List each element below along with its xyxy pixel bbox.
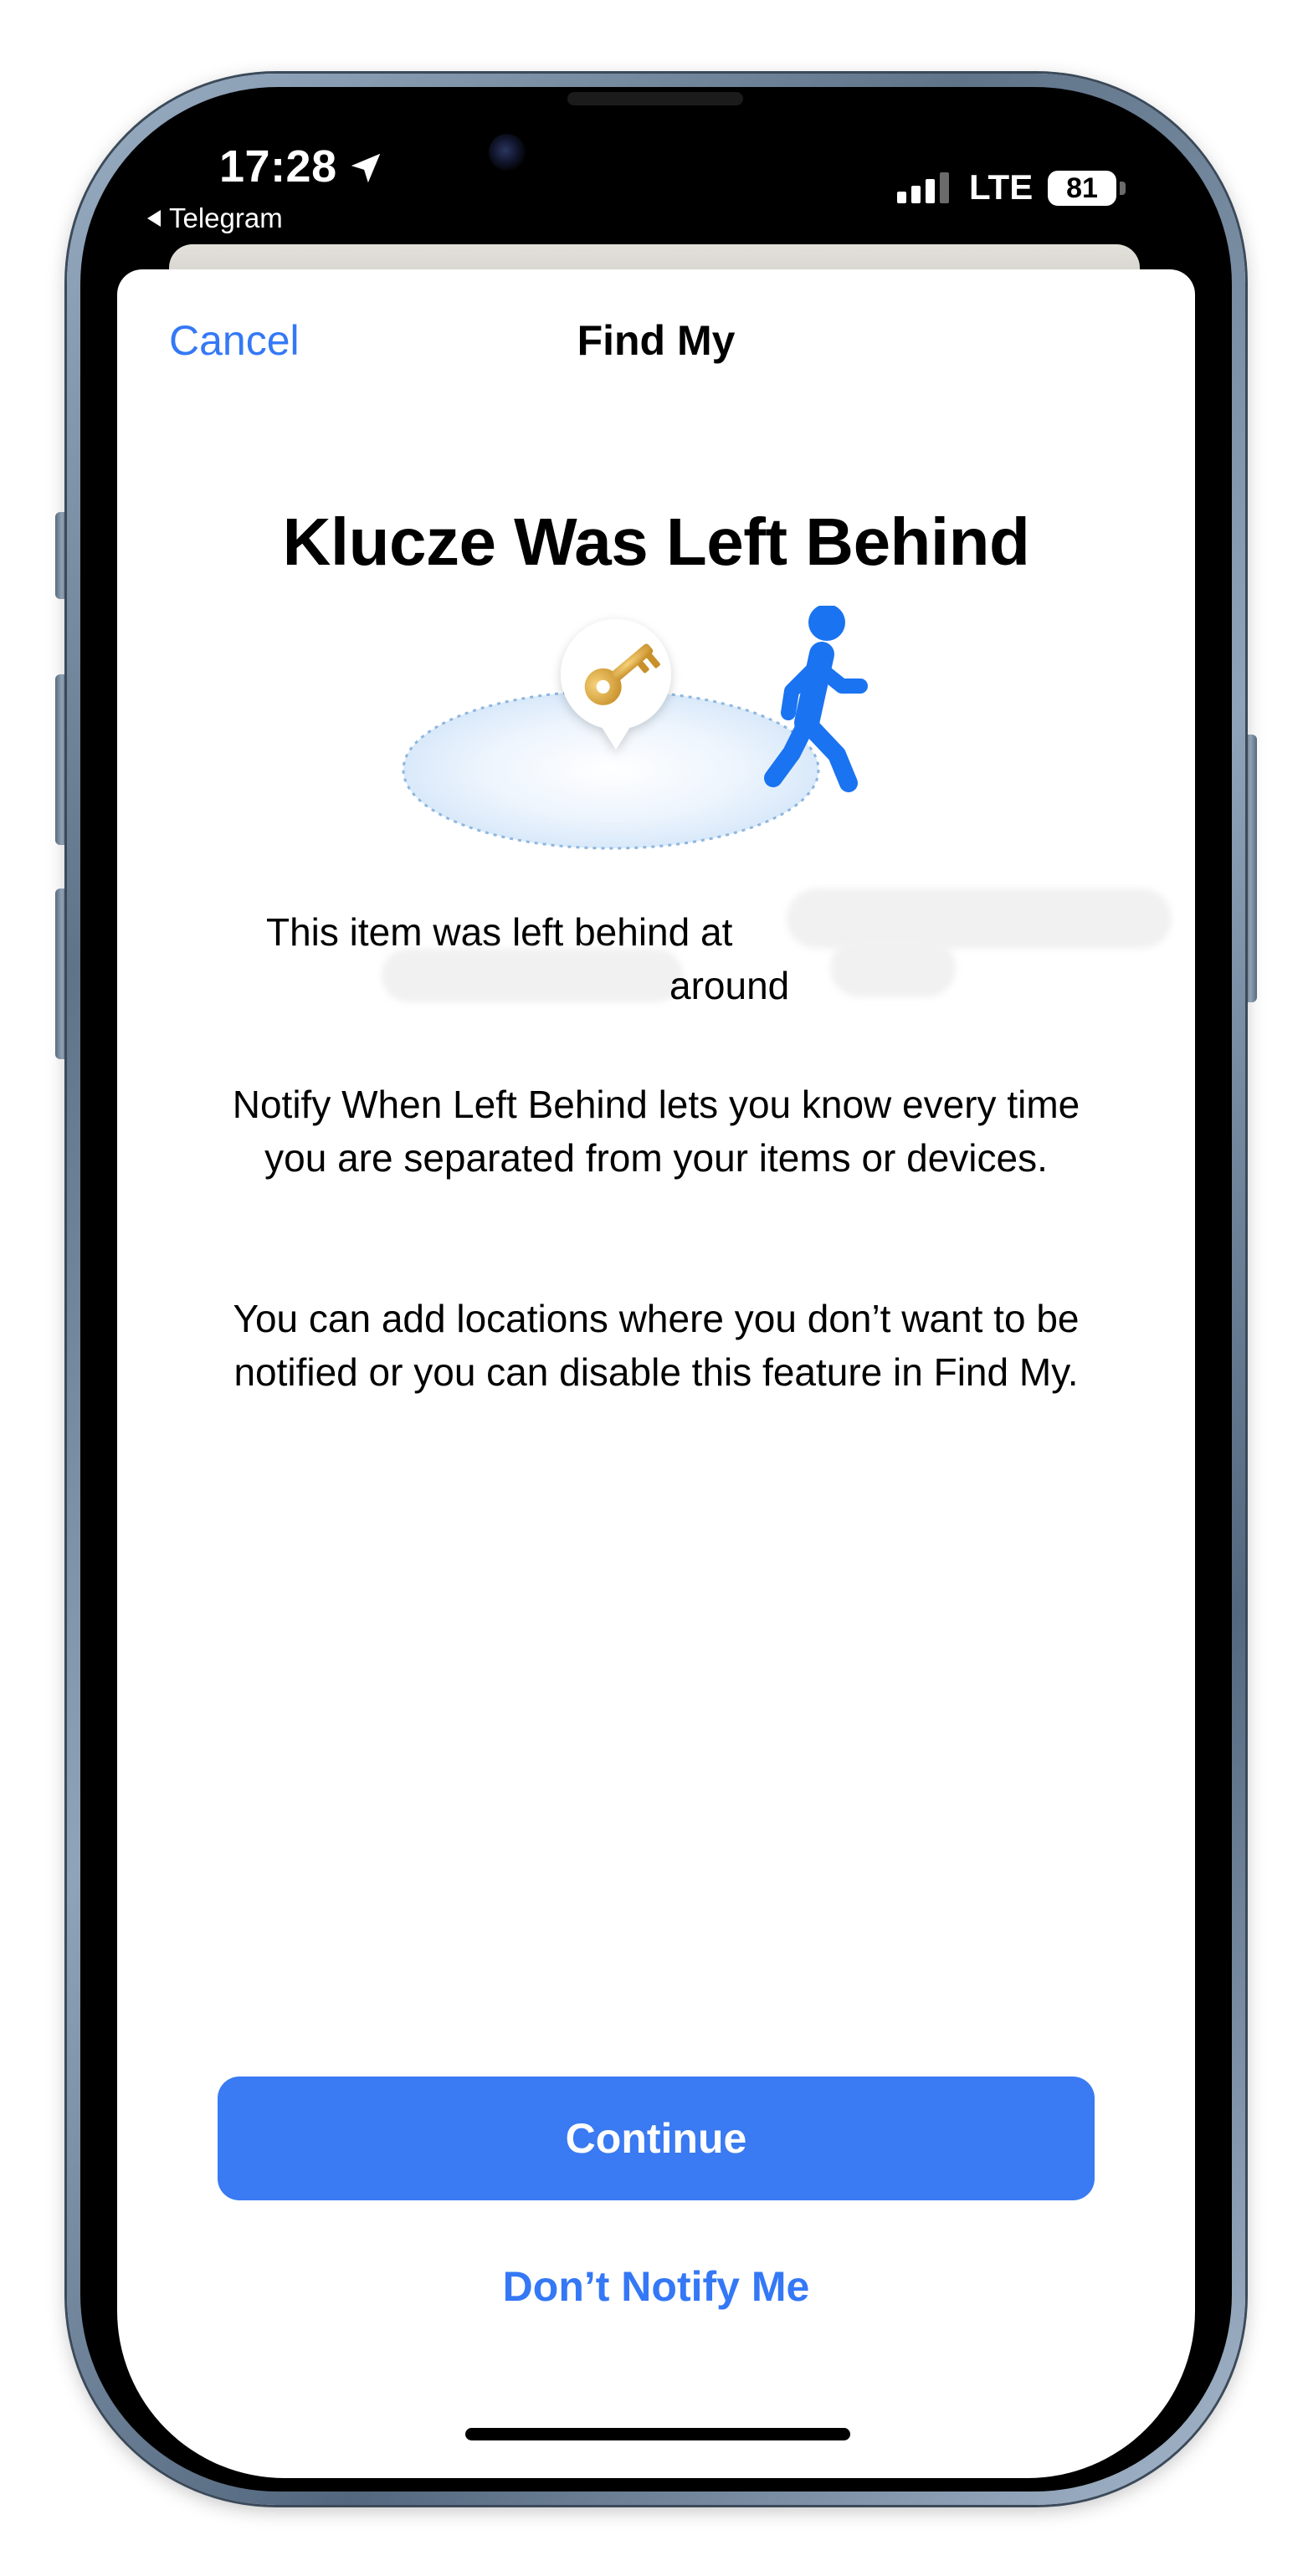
redacted-address [382, 949, 683, 1002]
nav-title: Find My [577, 317, 736, 364]
earpiece-speaker [567, 92, 743, 105]
notify-description: Notify When Left Behind lets you know ev… [232, 1083, 1080, 1180]
back-triangle-icon [147, 210, 161, 227]
battery-icon: 81 [1048, 171, 1116, 206]
find-my-sheet: Cancel Find My Klucze Was Left Behind Th… [117, 269, 1195, 2478]
redacted-time [830, 939, 956, 997]
page-title: Klucze Was Left Behind [282, 504, 1030, 579]
network-type: LTE [969, 167, 1034, 207]
cellular-signal-icon [897, 172, 949, 203]
front-camera [489, 134, 526, 171]
location-arrow-icon [351, 153, 381, 183]
back-to-app-button[interactable]: Telegram [147, 202, 283, 234]
dont-notify-button[interactable]: Don’t Notify Me [117, 2262, 1195, 2311]
around-text: around [669, 964, 790, 1007]
power-button [1244, 735, 1257, 1002]
home-indicator[interactable] [465, 2428, 850, 2440]
battery-cap [1120, 182, 1126, 195]
left-behind-illustration [402, 606, 868, 850]
battery-level: 81 [1066, 172, 1098, 204]
back-app-label: Telegram [169, 202, 283, 233]
continue-button[interactable]: Continue [218, 2077, 1095, 2200]
status-time: 17:28 [219, 141, 337, 192]
redacted-location [787, 889, 1172, 949]
locations-description: You can add locations where you don’t wa… [233, 1297, 1080, 1394]
